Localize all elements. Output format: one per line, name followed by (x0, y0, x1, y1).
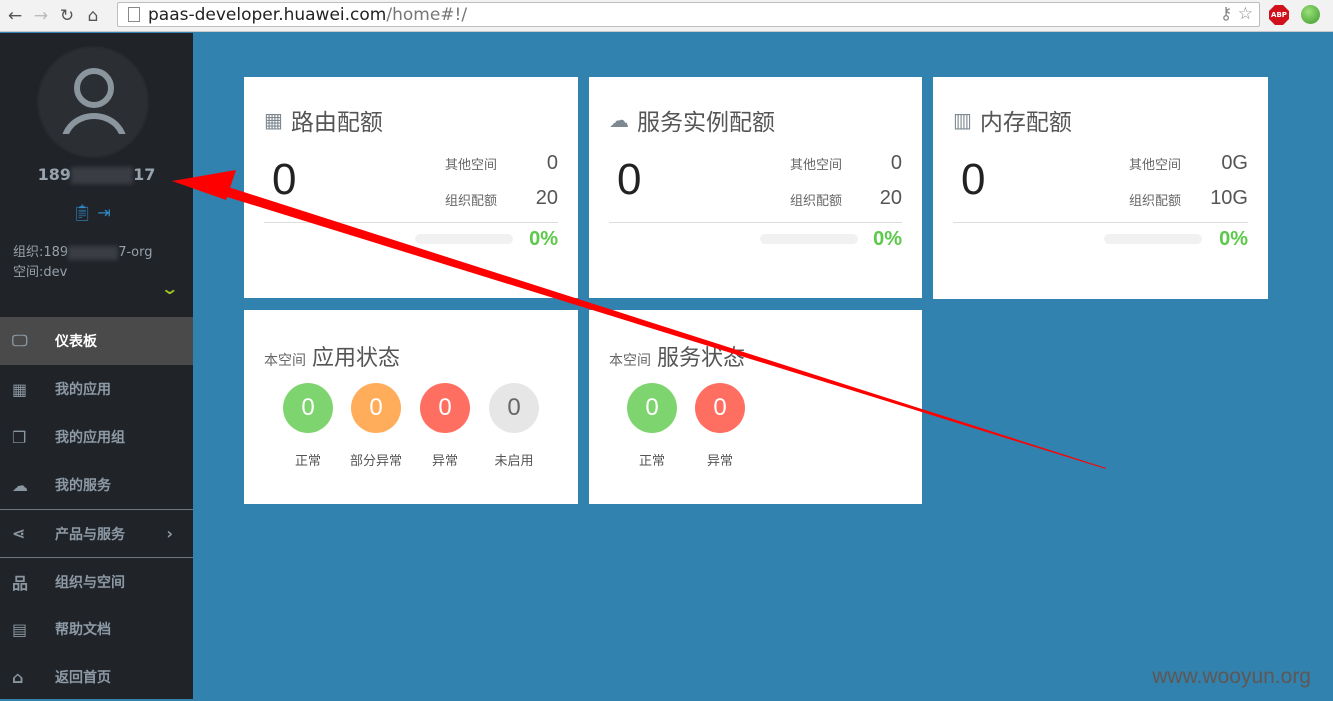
grid-icon: ▦ (12, 379, 28, 399)
home-icon: ⌂ (12, 667, 24, 687)
browser-toolbar: ← → ↻ ⌂ paas-developer.huawei.com/home#!… (0, 0, 1333, 32)
document-icon: ▤ (12, 619, 28, 639)
page-icon (128, 7, 140, 22)
sidebar-item-app-groups[interactable]: ❐ 我的应用组 (0, 413, 193, 461)
clipboard-icon[interactable]: 📋︎ (72, 203, 92, 222)
sidebar-item-my-services[interactable]: ☁ 我的服务 (0, 461, 193, 509)
url-host: paas-developer.huawei.com (148, 4, 387, 25)
key-star-icon[interactable]: ⚷ ☆ (1220, 4, 1253, 24)
sidebar-item-org-space[interactable]: 品组织与空间 (0, 557, 193, 605)
share-icon: ⋖ (12, 524, 26, 543)
org-info: 组织:189 7-org 空间:dev (13, 245, 153, 280)
status-disabled: 0 (489, 383, 539, 433)
sidebar-item-my-apps[interactable]: ▦ 我的应用 (0, 365, 193, 413)
logout-icon[interactable]: ⇥ (97, 203, 110, 222)
sidebar-item-products[interactable]: ⋖ 产品与服务 › (0, 509, 193, 557)
reload-icon[interactable]: ↻ (56, 6, 78, 26)
route-quota-card: ▦ 路由配额 0 其他空间 0 组织配额 20 0% (244, 77, 578, 298)
status-error: 0 (420, 383, 470, 433)
service-status-card: 本空间 服务状态 0 0 正常 异常 (589, 310, 922, 504)
status-partial: 0 (351, 383, 401, 433)
memory-quota-card: ▥ 内存配额 0 其他空间 0G 组织配额 10G 0% (933, 77, 1268, 299)
sidebar-item-dashboard[interactable]: 🖵 仪表板 (0, 317, 193, 365)
status-normal: 0 (283, 383, 333, 433)
chevron-right-icon: › (166, 524, 173, 543)
grid-icon: ▦ (264, 108, 283, 132)
watermark: www.wooyun.org (1152, 665, 1311, 688)
chevron-down-icon[interactable]: ⌄ (160, 279, 179, 298)
service-instance-quota-card: ☁ 服务实例配额 0 其他空间 0 组织配额 20 0% (589, 77, 922, 298)
home-icon[interactable]: ⌂ (82, 6, 104, 26)
progress-bar (1104, 234, 1202, 244)
forward-icon[interactable]: → (30, 6, 52, 26)
windows-icon: ❐ (12, 427, 27, 447)
sidebar-item-help[interactable]: ▤ 帮助文档 (0, 605, 193, 653)
sidebar: 189 17 📋︎ ⇥ 组织:189 7-org 空间:dev ⌄ 🖵 仪表板 ▦ 我的… (0, 33, 193, 699)
back-icon[interactable]: ← (4, 6, 26, 26)
globe-extension-icon[interactable] (1301, 5, 1320, 24)
progress-bar (415, 234, 513, 244)
app-status-card: 本空间 应用状态 0 0 0 0 正常 部分异常 异常 未启用 (244, 310, 578, 504)
sidebar-item-home[interactable]: ⌂ 返回首页 (0, 653, 193, 701)
memory-icon: ▥ (953, 108, 972, 132)
progress-bar (760, 234, 858, 244)
cloud-icon: ☁ (609, 108, 629, 132)
cloud-icon: ☁ (12, 475, 28, 495)
url-path: /home#!/ (386, 4, 468, 25)
avatar[interactable] (37, 46, 149, 158)
sitemap-icon: 品 (12, 573, 29, 593)
monitor-icon: 🖵 (12, 331, 28, 350)
username: 189 17 (37, 165, 156, 184)
adblock-icon[interactable]: ABP (1269, 5, 1289, 25)
address-bar[interactable]: paas-developer.huawei.com/home#!/ ⚷ ☆ (117, 2, 1260, 27)
